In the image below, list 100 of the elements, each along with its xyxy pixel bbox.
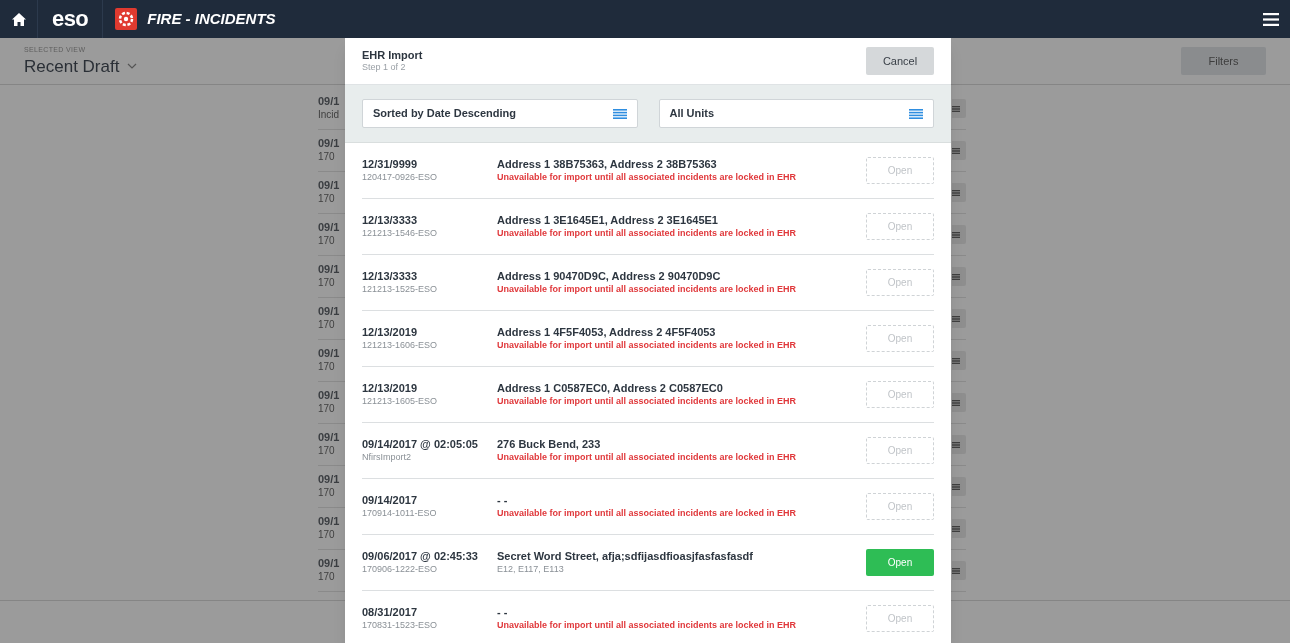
row-menu-button[interactable]: [952, 351, 966, 370]
open-button[interactable]: Open: [866, 549, 934, 576]
chevron-down-icon: [127, 63, 138, 70]
incident-id: 170831-1523-ESO: [362, 619, 439, 631]
incident-id: 121213-1546-ESO: [362, 227, 439, 239]
unavailable-warning: Unavailable for import until all associated incidents are locked in EHR: [497, 451, 798, 463]
incident-date: 12/13/3333: [362, 214, 419, 228]
modal-title: EHR Import: [362, 48, 423, 63]
incident-date: 09/06/2017 @ 02:45:33: [362, 550, 479, 564]
incident-id: 170914-1011-ESO: [362, 507, 438, 519]
unavailable-warning: Unavailable for import until all associated incidents are locked in EHR: [497, 507, 798, 519]
incident-id: 170: [318, 361, 336, 374]
incident-date: 09/1: [318, 473, 341, 488]
incident-id: 121213-1606-ESO: [362, 339, 439, 351]
unit-list: E12, E117, E113: [497, 563, 866, 575]
row-menu-button[interactable]: [952, 477, 966, 496]
incident-address: Address 1 C0587EC0, Address 2 C0587EC0: [497, 382, 724, 396]
home-icon: [11, 12, 26, 26]
incident-date: 09/1: [318, 557, 341, 572]
incident-date: 12/13/2019: [362, 382, 419, 396]
incident-date: 09/1: [318, 515, 341, 530]
incident-id: 121213-1605-ESO: [362, 395, 439, 407]
list-icon: [952, 145, 960, 156]
unavailable-warning: Unavailable for import until all associated incidents are locked in EHR: [497, 619, 798, 631]
incident-id: 120417-0926-ESO: [362, 171, 439, 183]
filters-button[interactable]: Filters: [1181, 47, 1266, 75]
row-menu-button[interactable]: [952, 393, 966, 412]
incident-id: 170: [318, 529, 336, 542]
list-icon: [952, 271, 960, 282]
fire-badge-icon: [115, 8, 138, 30]
unavailable-warning: Unavailable for import until all associated incidents are locked in EHR: [497, 227, 798, 239]
module-title: FIRE - INCIDENTS: [147, 8, 276, 29]
incident-date: 12/13/3333: [362, 270, 419, 284]
incident-date: 09/1: [318, 389, 341, 404]
incident-date: 09/1: [318, 263, 341, 278]
incident-address: Address 1 3E1645E1, Address 2 3E1645E1: [497, 214, 719, 228]
incident-address: - -: [497, 494, 509, 508]
incident-date: 09/1: [318, 347, 341, 362]
list-icon: [952, 187, 960, 198]
row-menu-button[interactable]: [952, 435, 966, 454]
cancel-button[interactable]: Cancel: [866, 47, 934, 75]
list-icon: [952, 397, 960, 408]
incident-address: Address 1 90470D9C, Address 2 90470D9C: [497, 270, 722, 284]
incident-id: 170: [318, 277, 336, 290]
row-menu-button[interactable]: [952, 183, 966, 202]
incident-date: 08/31/2017: [362, 606, 419, 620]
modal-step: Step 1 of 2: [362, 62, 423, 74]
incident-id: 170: [318, 445, 336, 458]
app-logo: eso: [38, 0, 104, 38]
unit-select[interactable]: All Units: [658, 99, 934, 128]
incident-date: 09/1: [318, 179, 341, 194]
list-icon: [952, 523, 960, 534]
incident-id: 170: [318, 571, 336, 584]
incident-date: 09/14/2017: [362, 494, 419, 508]
incident-date: 09/1: [318, 221, 341, 236]
unavailable-warning: Unavailable for import until all associated incidents are locked in EHR: [497, 339, 798, 351]
list-icon: [952, 313, 960, 324]
list-icon: [612, 108, 627, 119]
incident-address: Address 1 38B75363, Address 2 38B75363: [497, 158, 718, 172]
incident-id: 170: [318, 403, 336, 416]
list-icon: [952, 229, 960, 240]
row-menu-button[interactable]: [952, 561, 966, 580]
sort-select[interactable]: Sorted by Date Descending: [362, 99, 638, 128]
list-icon: [909, 108, 923, 119]
row-menu-button[interactable]: [952, 309, 966, 328]
incident-id: 170: [318, 151, 336, 164]
view-select[interactable]: Recent Draft: [24, 55, 138, 77]
incident-date: 09/1: [318, 95, 341, 110]
row-menu-button[interactable]: [952, 99, 966, 118]
incident-id: 170: [318, 319, 336, 332]
incident-id: 170: [318, 193, 336, 206]
row-menu-button[interactable]: [952, 141, 966, 160]
incident-date: 09/1: [318, 305, 341, 320]
incident-address: Secret Word Street, afja;sdfijasdfioasjfasfasfasdf: [497, 550, 754, 564]
incident-date: 09/1: [318, 431, 341, 446]
incident-id: NfirsImport2: [362, 451, 412, 463]
incident-id: 170906-1222-ESO: [362, 563, 439, 575]
row-menu-button[interactable]: [952, 225, 966, 244]
row-menu-button[interactable]: [952, 267, 966, 286]
incident-date: 12/13/2019: [362, 326, 419, 340]
incident-id: 121213-1525-ESO: [362, 283, 439, 295]
list-icon: [952, 103, 960, 114]
list-icon: [952, 565, 960, 576]
incident-address: 276 Buck Bend, 233: [497, 438, 602, 452]
incident-id: Incid: [318, 109, 341, 122]
list-icon: [952, 481, 960, 492]
unavailable-warning: Unavailable for import until all associated incidents are locked in EHR: [497, 171, 798, 183]
incident-address: - -: [497, 606, 509, 620]
incident-id: 170: [318, 487, 336, 500]
incident-date: 12/31/9999: [362, 158, 419, 172]
list-icon: [952, 355, 960, 366]
incident-date: 09/14/2017 @ 02:05:05: [362, 438, 479, 452]
unavailable-warning: Unavailable for import until all associated incidents are locked in EHR: [497, 283, 798, 295]
incident-date: 09/1: [318, 137, 341, 152]
unavailable-warning: Unavailable for import until all associated incidents are locked in EHR: [497, 395, 798, 407]
incident-address: Address 1 4F5F4053, Address 2 4F5F4053: [497, 326, 717, 340]
row-menu-button[interactable]: [952, 519, 966, 538]
incident-id: 170: [318, 235, 336, 248]
menu-icon: [1263, 12, 1279, 26]
list-icon: [952, 439, 960, 450]
